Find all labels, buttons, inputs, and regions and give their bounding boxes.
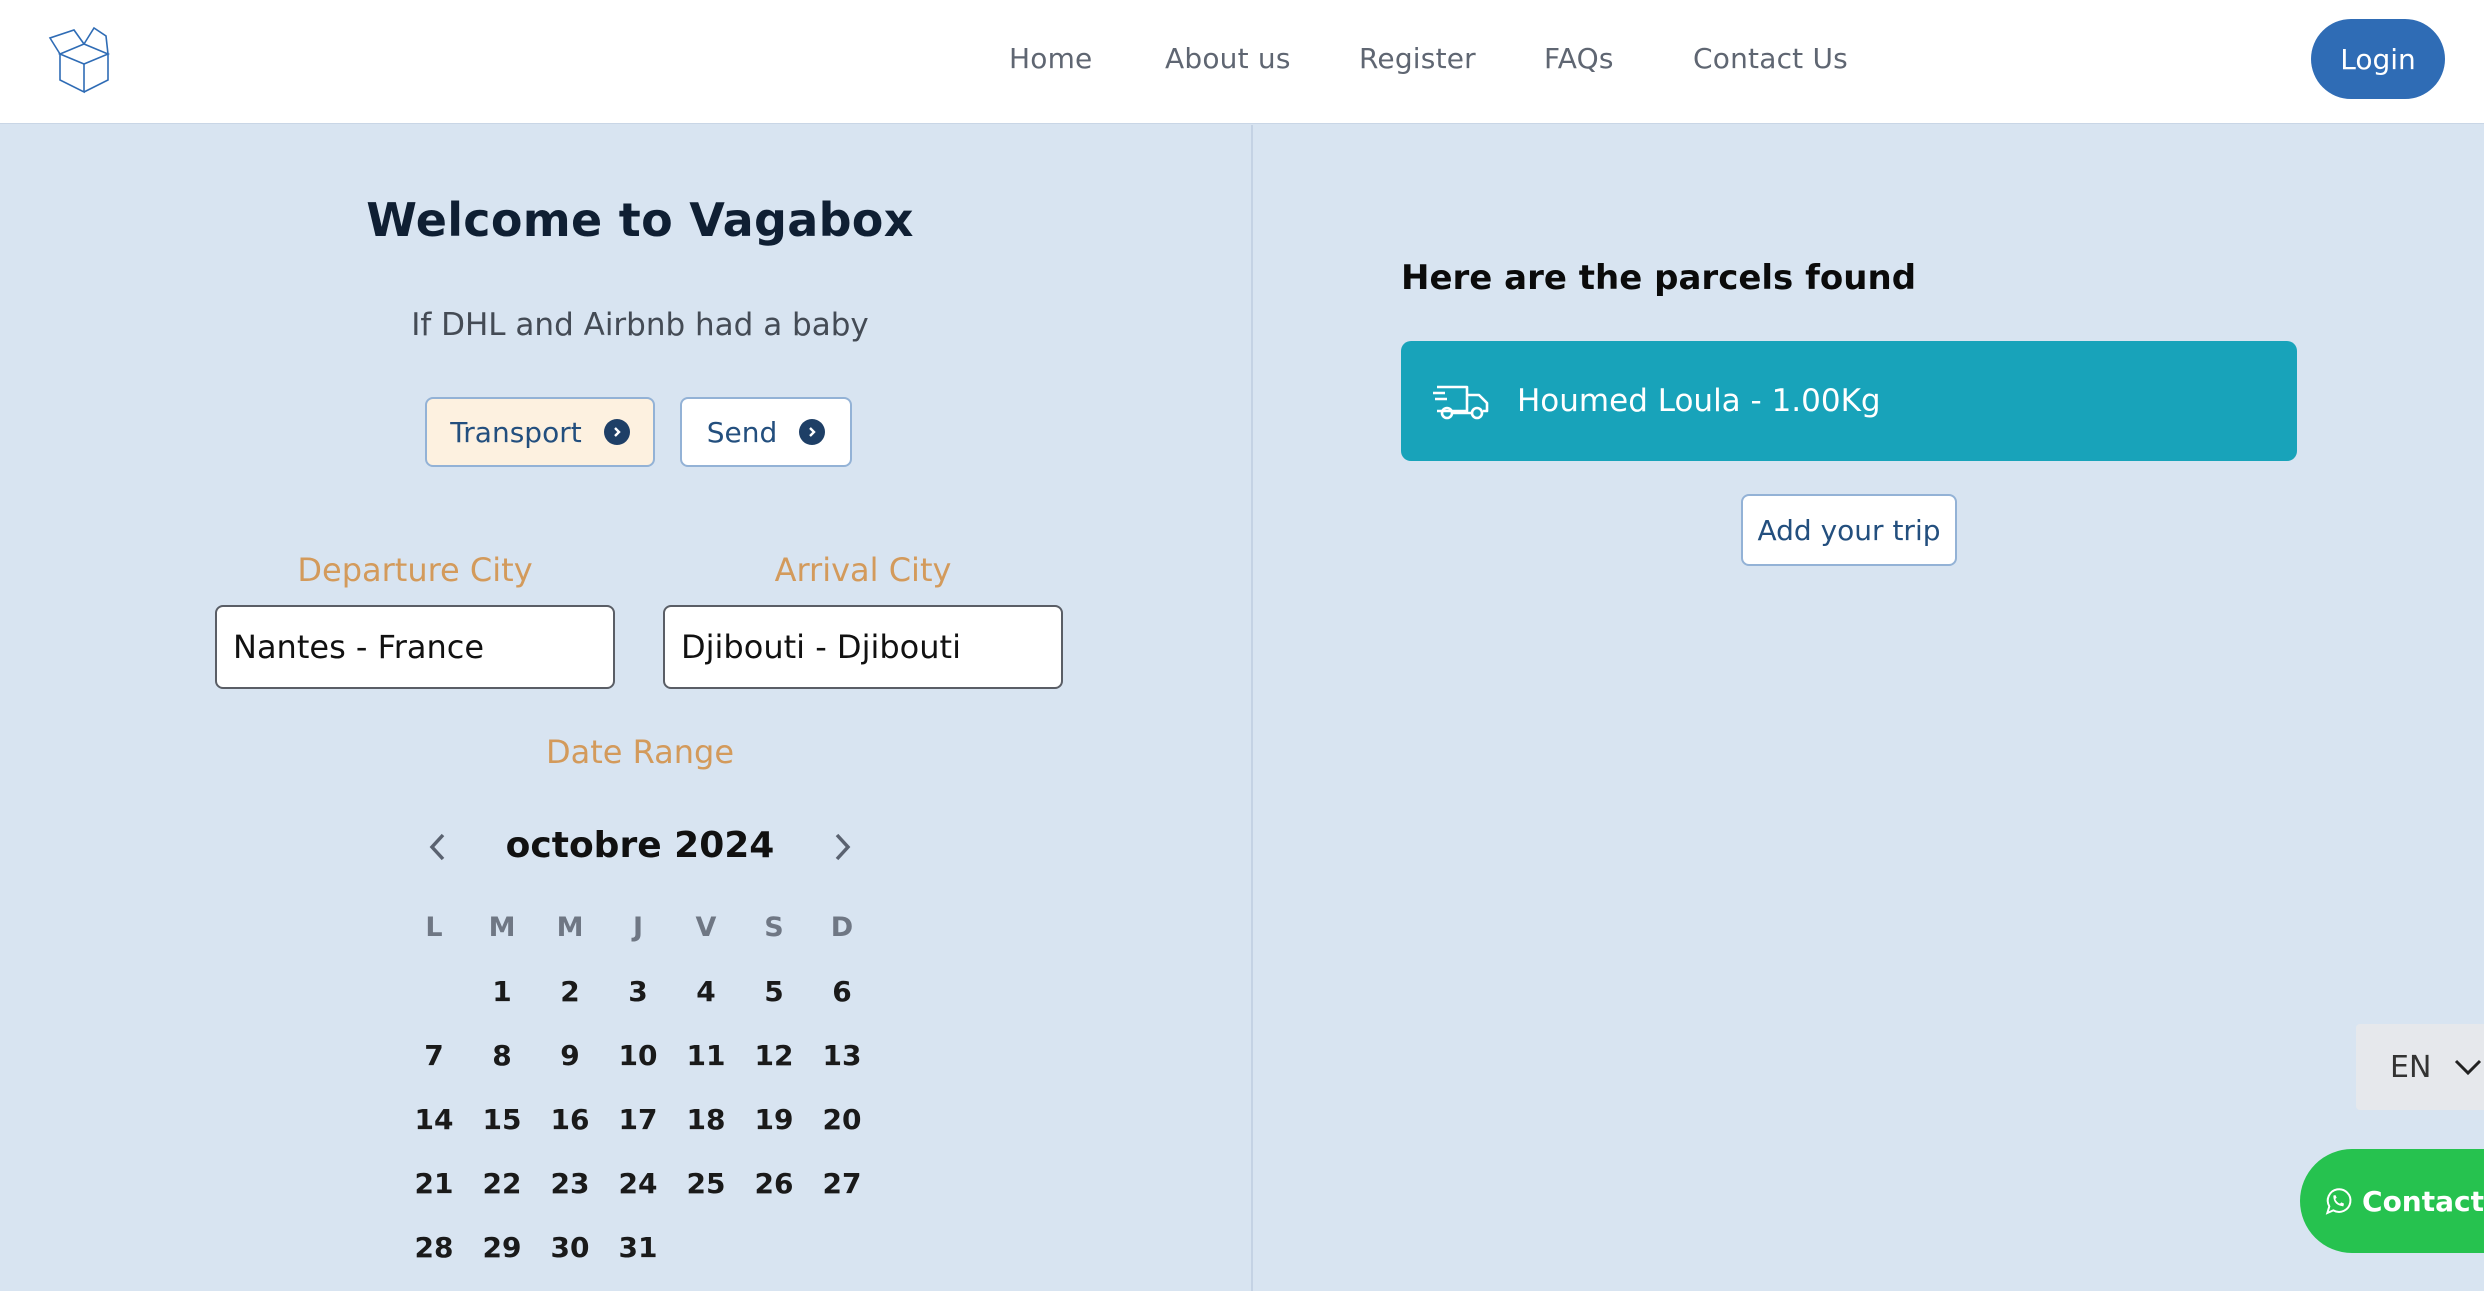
calendar-next-month-button[interactable] (822, 827, 862, 867)
calendar-day[interactable]: 1 (468, 975, 536, 1008)
weekday-label: D (830, 911, 854, 943)
calendar-day[interactable]: 8 (468, 1039, 536, 1072)
nav-contact-link[interactable]: Contact Us (1693, 42, 1848, 75)
calendar-day[interactable]: 4 (672, 975, 740, 1008)
calendar-day[interactable]: 17 (604, 1103, 672, 1136)
calendar-day[interactable]: 20 (808, 1103, 876, 1136)
weekday-label: V (695, 911, 717, 943)
calendar-weekday-row: L M M J V S D (400, 895, 876, 959)
calendar-day[interactable]: 26 (740, 1167, 808, 1200)
calendar-day[interactable]: 31 (604, 1231, 672, 1264)
calendar-prev-month-button[interactable] (418, 827, 458, 867)
departure-city-input[interactable] (215, 605, 615, 689)
calendar-day[interactable]: 23 (536, 1167, 604, 1200)
calendar-month-label: octobre 2024 (505, 825, 775, 866)
calendar-day[interactable]: 15 (468, 1103, 536, 1136)
calendar-day[interactable]: 3 (604, 975, 672, 1008)
chevron-right-circle-icon (799, 419, 826, 445)
calendar-day[interactable]: 16 (536, 1103, 604, 1136)
calendar-week-row: 1 2 3 4 5 6 (400, 959, 876, 1023)
chevron-down-icon (2455, 1059, 2482, 1076)
departure-city-label: Departure City (297, 551, 533, 589)
calendar-day[interactable]: 29 (468, 1231, 536, 1264)
truck-icon (1433, 385, 1489, 420)
weekday-label: M (556, 911, 584, 943)
calendar-day[interactable]: 21 (400, 1167, 468, 1200)
send-button[interactable]: Send (680, 397, 852, 467)
calendar-day[interactable]: 14 (400, 1103, 468, 1136)
weekday-label: L (425, 911, 443, 943)
main-nav: Home About us Register FAQs Contact Us (0, 0, 2484, 124)
weekday-label: S (764, 911, 784, 943)
calendar-week-row: 21 22 23 24 25 26 27 (400, 1151, 876, 1215)
calendar-week-row: 28 29 30 31 (400, 1215, 876, 1279)
calendar-day[interactable]: 2 (536, 975, 604, 1008)
weekday-label: J (632, 911, 644, 943)
parcel-label: Houmed Loula - 1.00Kg (1517, 383, 1881, 419)
transport-button[interactable]: Transport (425, 397, 655, 467)
tagline: If DHL and Airbnb had a baby (411, 307, 869, 343)
calendar-day[interactable]: 6 (808, 975, 876, 1008)
arrival-city-label: Arrival City (774, 551, 952, 589)
nav-register-link[interactable]: Register (1359, 42, 1476, 75)
arrival-city-input[interactable] (663, 605, 1063, 689)
parcel-card[interactable]: Houmed Loula - 1.00Kg (1401, 341, 2297, 461)
weekday-label: M (488, 911, 516, 943)
page-title: Welcome to Vagabox (366, 193, 914, 247)
calendar-day[interactable]: 12 (740, 1039, 808, 1072)
calendar-day[interactable]: 9 (536, 1039, 604, 1072)
calendar-day[interactable]: 19 (740, 1103, 808, 1136)
language-selected-value: EN (2390, 1049, 2432, 1085)
calendar-day[interactable]: 18 (672, 1103, 740, 1136)
calendar-day[interactable]: 28 (400, 1231, 468, 1264)
calendar-day[interactable]: 5 (740, 975, 808, 1008)
chevron-left-icon (429, 833, 445, 861)
nav-faqs-link[interactable]: FAQs (1544, 42, 1614, 75)
calendar-day[interactable]: 7 (400, 1039, 468, 1072)
top-navbar: Home About us Register FAQs Contact Us L… (0, 0, 2484, 124)
calendar-day[interactable]: 13 (808, 1039, 876, 1072)
search-panel: Welcome to Vagabox If DHL and Airbnb had… (0, 125, 1251, 1291)
whatsapp-icon (2325, 1188, 2352, 1215)
send-button-label: Send (706, 415, 778, 449)
whatsapp-contact-button[interactable]: Contact (2300, 1149, 2484, 1253)
calendar-day[interactable]: 27 (808, 1167, 876, 1200)
nav-about-link[interactable]: About us (1165, 42, 1291, 75)
transport-button-label: Transport (450, 415, 582, 449)
add-trip-button[interactable]: Add your trip (1741, 494, 1957, 566)
nav-home-link[interactable]: Home (1009, 42, 1093, 75)
date-range-label: Date Range (545, 733, 735, 771)
calendar-day[interactable]: 30 (536, 1231, 604, 1264)
calendar-day[interactable]: 10 (604, 1039, 672, 1072)
calendar-week-row: 7 8 9 10 11 12 13 (400, 1023, 876, 1087)
results-panel: Here are the parcels found Houmed Loula … (1253, 125, 2484, 1291)
language-select[interactable]: EN (2356, 1024, 2484, 1110)
calendar-day[interactable]: 22 (468, 1167, 536, 1200)
calendar-day[interactable]: 11 (672, 1039, 740, 1072)
whatsapp-contact-label: Contact (2362, 1184, 2484, 1218)
calendar-week-row: 14 15 16 17 18 19 20 (400, 1087, 876, 1151)
chevron-right-icon (835, 833, 851, 861)
login-button[interactable]: Login (2311, 19, 2445, 99)
results-title: Here are the parcels found (1401, 258, 1917, 298)
chevron-right-circle-icon (603, 419, 630, 445)
calendar-grid: L M M J V S D 1 2 3 4 5 6 7 8 9 10 11 12… (400, 895, 876, 1279)
calendar-day[interactable]: 24 (604, 1167, 672, 1200)
calendar-day[interactable]: 25 (672, 1167, 740, 1200)
